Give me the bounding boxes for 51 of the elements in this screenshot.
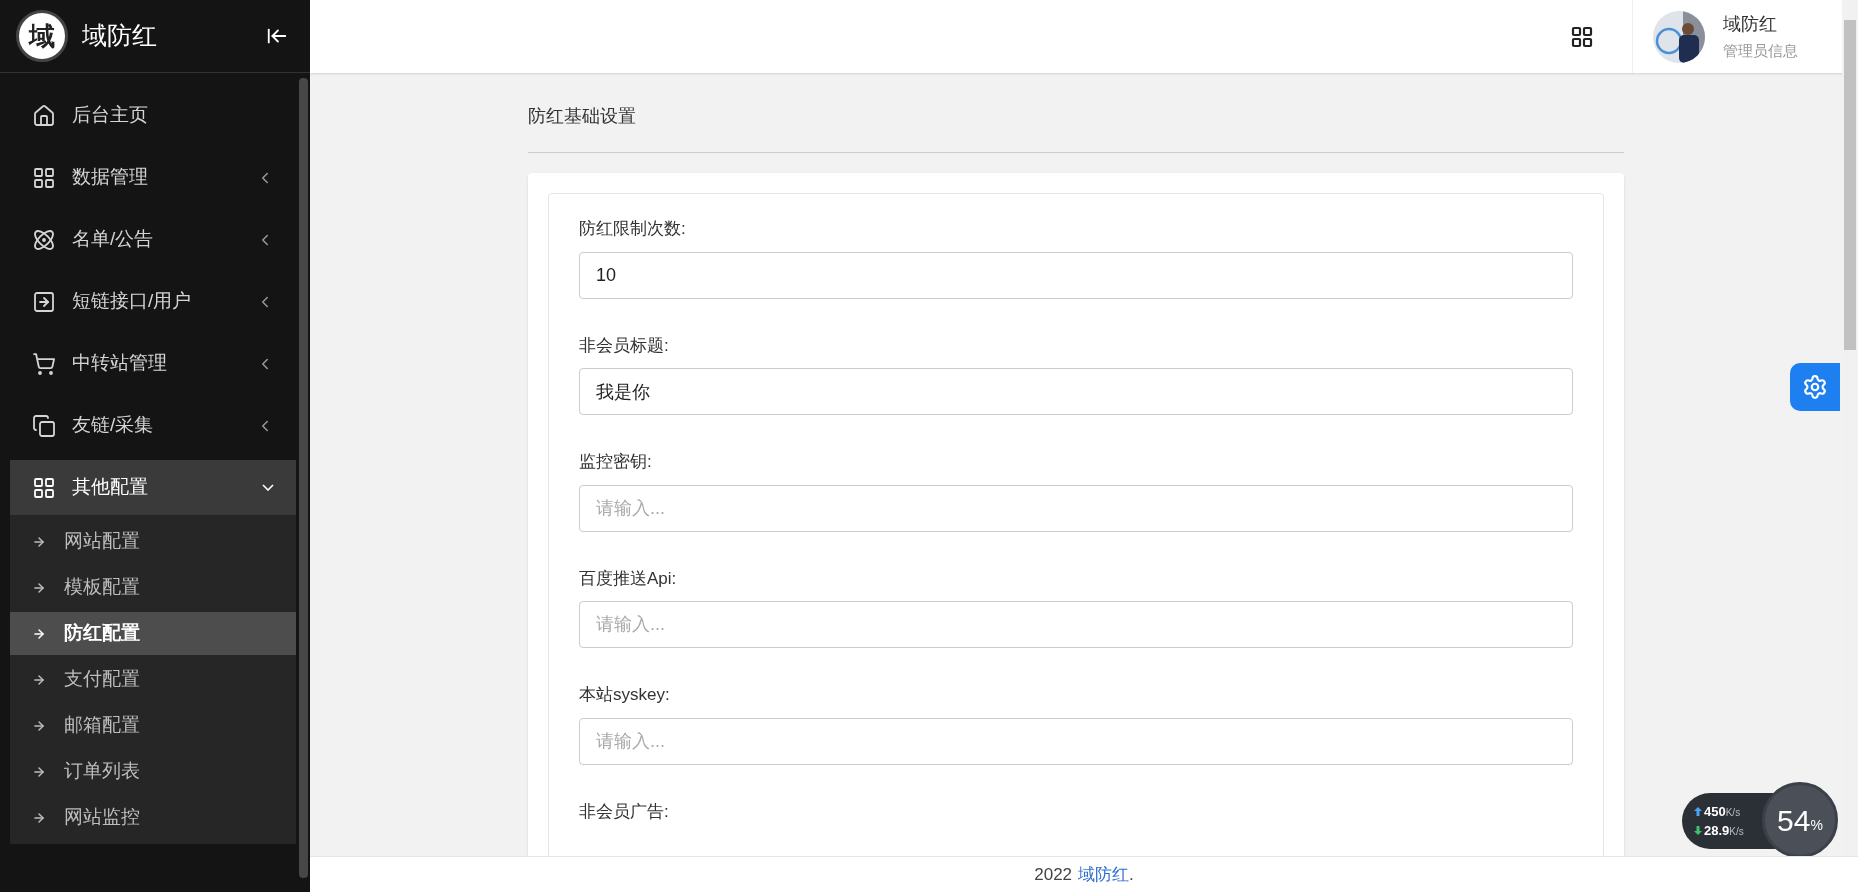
apps-icon [1570,24,1594,49]
sidebar-item[interactable]: 数据管理 [10,150,296,205]
down-arrow-icon [1694,826,1702,836]
submenu-item[interactable]: 模板配置 [10,566,296,609]
grid-icon [32,475,56,500]
submenu-item[interactable]: 防红配置 [10,612,296,655]
settings-icon [1802,374,1828,400]
sidebar-scrollbar[interactable] [299,78,308,878]
chevron-down-icon [262,484,274,491]
overlapping-squares-icon [32,413,56,438]
field-label: 百度推送Api: [579,567,678,590]
submenu-item[interactable]: 网站配置 [10,520,296,563]
apps-button[interactable] [1570,24,1594,49]
cart-icon [32,351,56,376]
input-field[interactable]: 10 [579,251,1573,299]
logo: 域 [16,10,68,62]
copyright-year: 2022 [1034,863,1073,886]
sidebar-item[interactable]: 中转站管理 [10,336,296,391]
upload-speed: 450K/s [1704,802,1741,821]
sidebar-item[interactable]: 友链/采集 [10,398,296,453]
house-icon [32,103,56,128]
sidebar-item[interactable]: 后台主页 [10,88,296,143]
sidebar-item[interactable]: 短链接口/用户 [10,274,296,329]
sidebar-item[interactable]: 其他配置 [10,460,296,515]
submenu-item[interactable]: 支付配置 [10,658,296,701]
field-label: 防红限制次数: [579,218,687,240]
user-name: 域防红 [1723,12,1778,36]
footer-period: . [1129,863,1134,886]
footer-link[interactable]: 域防红 [1078,861,1130,888]
submenu-item[interactable]: 网站监控 [10,796,296,839]
usage-gauge: 54% [1762,782,1838,858]
user-role: 管理员信息 [1723,40,1798,61]
sidebar-item[interactable]: 名单/公告 [10,212,296,267]
page-title: 防红基础设置 [528,103,1624,153]
settings-button[interactable] [1790,363,1840,411]
input-field[interactable]: 请输入... [579,601,1573,648]
field-label: 监控密钥: [579,451,653,473]
input-field[interactable]: 请输入... [579,484,1573,532]
submenu-item[interactable]: 邮箱配置 [10,704,296,747]
field-label: 本站syskey: [579,684,671,706]
atom-icon [32,227,56,252]
download-speed: 28.9K/s [1704,822,1744,840]
input-field[interactable]: 请输入... [579,717,1573,765]
submenu-item[interactable]: 订单列表 [10,750,296,793]
brand-name: 域防红 [82,20,157,52]
grid-icon [32,165,56,190]
up-arrow-icon [1694,806,1702,816]
field-label: 非会员广告: [579,800,670,823]
field-label: 非会员标题: [579,334,670,357]
page-scrollbar[interactable] [1844,20,1856,350]
input-field[interactable]: 我是你 [579,368,1573,415]
